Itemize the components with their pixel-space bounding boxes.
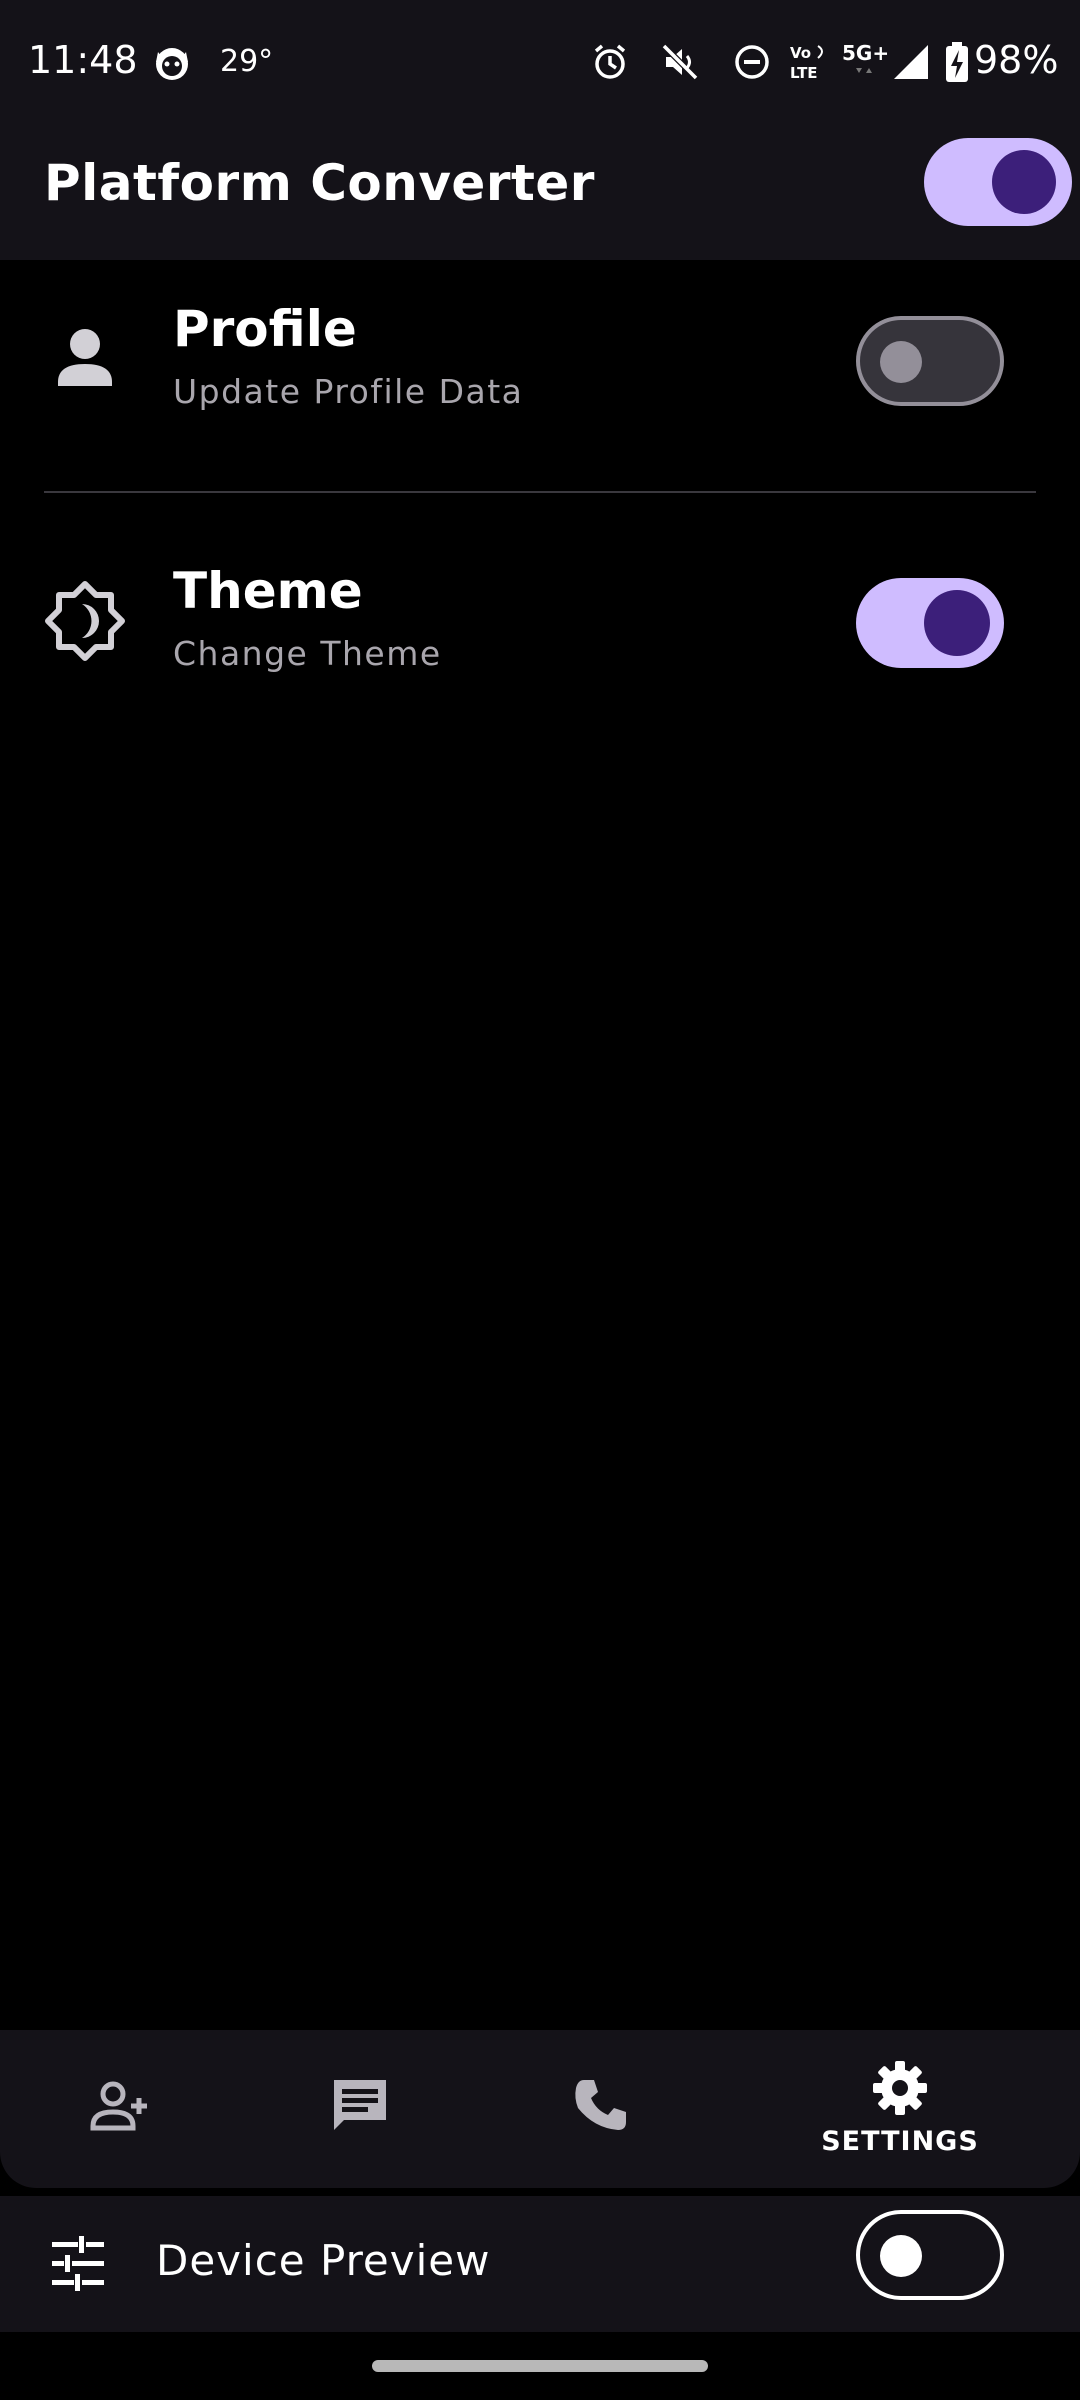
person-icon bbox=[44, 314, 126, 396]
nav-calls[interactable] bbox=[480, 2030, 720, 2188]
nav-add-contact[interactable] bbox=[0, 2030, 240, 2188]
5g-plus-icon: 5G+ bbox=[842, 40, 888, 84]
battery-charging-icon bbox=[944, 40, 970, 84]
theme-toggle[interactable] bbox=[856, 578, 1004, 668]
tune-sliders-icon[interactable] bbox=[48, 2234, 108, 2298]
phone-icon bbox=[568, 2074, 632, 2142]
profile-toggle[interactable] bbox=[856, 316, 1004, 406]
add-person-icon bbox=[85, 2072, 155, 2146]
do-not-disturb-icon bbox=[732, 40, 772, 84]
nav-settings[interactable]: SETTINGS bbox=[780, 2030, 1020, 2188]
svg-text:LTE: LTE bbox=[790, 64, 818, 82]
toggle-thumb bbox=[880, 2235, 922, 2277]
chat-icon bbox=[328, 2074, 392, 2142]
device-preview-toggle[interactable] bbox=[856, 2210, 1004, 2300]
page-title: Platform Converter bbox=[44, 154, 595, 212]
nav-chats[interactable] bbox=[240, 2030, 480, 2188]
profile-subtitle: Update Profile Data bbox=[173, 372, 524, 411]
brightness-moon-icon bbox=[44, 580, 126, 662]
svg-text:5G+: 5G+ bbox=[842, 41, 888, 65]
status-temperature: 29° bbox=[220, 44, 274, 79]
status-bar: 11:48 29° Vo LTE 5G+ 98% bbox=[0, 0, 1080, 130]
volte-icon: Vo LTE bbox=[788, 40, 832, 84]
platform-toggle[interactable] bbox=[924, 138, 1072, 226]
mute-icon bbox=[660, 40, 700, 84]
bottom-navigation: SETTINGS bbox=[0, 2030, 1080, 2188]
settings-item-theme[interactable]: Theme Change Theme bbox=[0, 524, 1080, 724]
profile-title: Profile bbox=[173, 300, 357, 358]
signal-icon bbox=[892, 40, 930, 84]
toggle-thumb bbox=[924, 590, 990, 656]
theme-title: Theme bbox=[173, 562, 363, 620]
home-indicator[interactable] bbox=[372, 2360, 708, 2372]
device-preview-bar: Device Preview bbox=[0, 2196, 1080, 2332]
status-battery: 98% bbox=[974, 38, 1059, 82]
nav-settings-label: SETTINGS bbox=[821, 2126, 979, 2157]
divider bbox=[44, 491, 1036, 493]
settings-item-profile[interactable]: Profile Update Profile Data bbox=[0, 262, 1080, 462]
app-bar: Platform Converter bbox=[0, 130, 1080, 260]
svg-text:Vo: Vo bbox=[790, 44, 811, 62]
status-time: 11:48 bbox=[28, 38, 138, 82]
theme-subtitle: Change Theme bbox=[173, 634, 442, 673]
cat-face-icon bbox=[152, 40, 192, 84]
settings-icon bbox=[870, 2058, 930, 2122]
toggle-thumb bbox=[880, 341, 922, 383]
device-preview-label: Device Preview bbox=[156, 2236, 491, 2285]
alarm-icon bbox=[590, 40, 630, 84]
toggle-thumb bbox=[992, 150, 1056, 214]
